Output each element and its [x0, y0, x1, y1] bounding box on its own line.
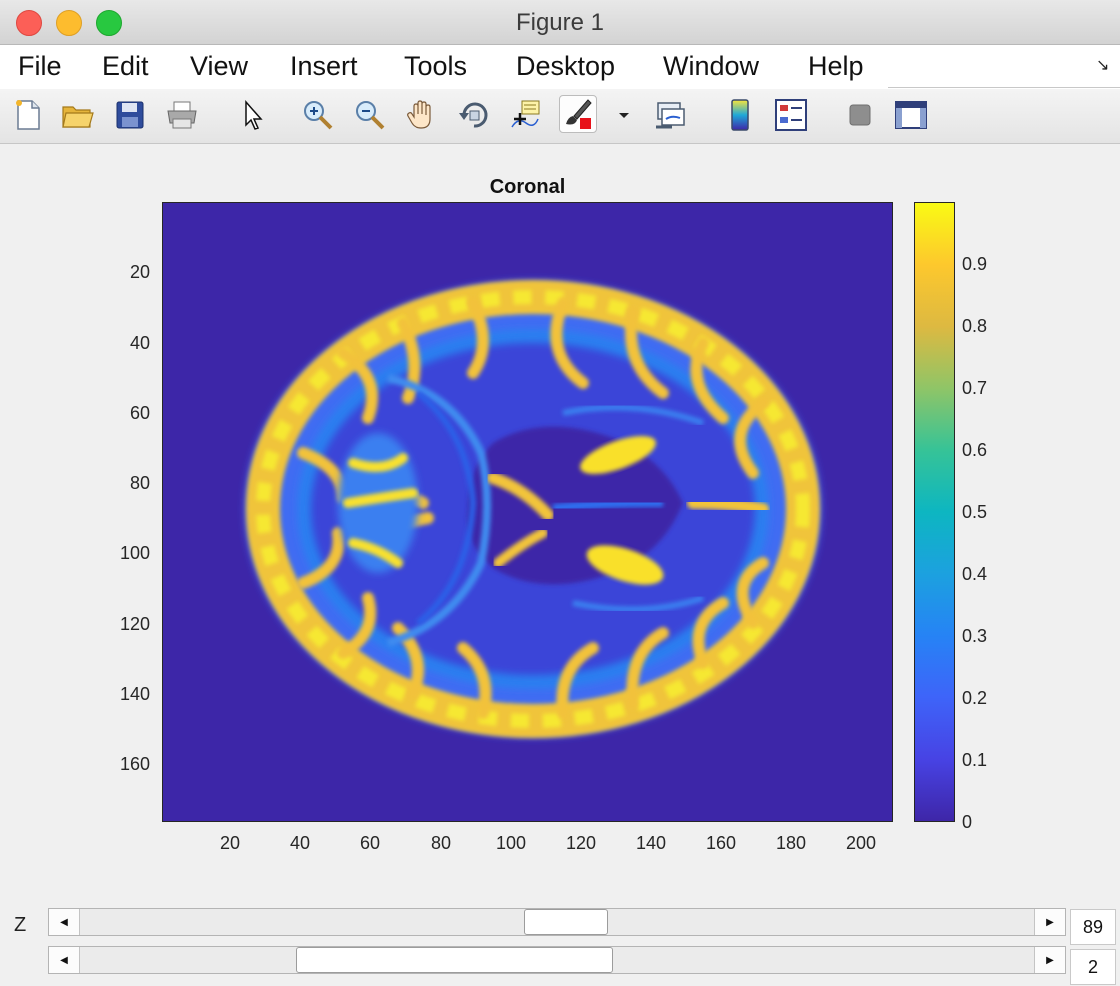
colorbar-icon[interactable]	[722, 97, 758, 133]
z-slider-right-arrow-icon[interactable]: ▶	[1034, 909, 1065, 935]
new-figure-icon[interactable]	[10, 97, 46, 133]
x-tick-label: 160	[706, 833, 737, 853]
legend-icon[interactable]	[773, 97, 809, 133]
open-file-icon[interactable]	[60, 97, 96, 133]
figure-toolbar	[0, 89, 1120, 144]
menu-window[interactable]: Window	[663, 51, 759, 82]
colorbar-tick-label: 0.7	[962, 378, 988, 398]
hide-plot-tools-icon[interactable]	[842, 97, 878, 133]
menu-tools[interactable]: Tools	[404, 51, 467, 82]
zoom-out-icon[interactable]	[352, 97, 388, 133]
plot-title: Coronal	[489, 176, 566, 198]
x-tick-label: 200	[846, 833, 877, 853]
show-plot-tools-icon[interactable]	[893, 97, 929, 133]
x-tick-label: 100	[496, 833, 527, 853]
edit-plot-cursor-icon[interactable]	[236, 97, 272, 133]
menu-help[interactable]: Help	[808, 51, 864, 82]
x-tick-label: 120	[566, 833, 597, 853]
y-tick-label: 140	[120, 684, 151, 704]
x-tick-label: 20	[220, 833, 241, 853]
z-slider-label: Z	[14, 914, 27, 936]
data-cursor-icon[interactable]	[508, 97, 544, 133]
menu-bar: File Edit View Insert Tools Desktop Wind…	[0, 45, 1120, 89]
title-bar: Figure 1	[0, 0, 1120, 45]
brain-slice-image	[163, 203, 892, 821]
dock-arrow-icon[interactable]: ↘	[1096, 55, 1109, 75]
second-slider-thumb[interactable]	[296, 947, 614, 973]
second-slider-right-arrow-icon[interactable]: ▶	[1034, 947, 1065, 973]
y-tick-label: 120	[120, 614, 151, 634]
second-value-box[interactable]: 2	[1070, 949, 1116, 985]
brush-icon[interactable]	[559, 95, 597, 133]
y-tick-label: 100	[120, 543, 151, 563]
pan-hand-icon[interactable]	[404, 97, 440, 133]
window-title: Figure 1	[515, 9, 605, 36]
colorbar-tick-label: 0.1	[962, 750, 988, 770]
brush-dropdown-icon[interactable]	[606, 97, 629, 133]
y-tick-label: 60	[130, 403, 151, 423]
rotate-3d-icon[interactable]	[456, 97, 492, 133]
colorbar-tick-label: 0.6	[962, 440, 988, 460]
colorbar-tick-label: 0.9	[962, 254, 988, 274]
x-tick-label: 80	[431, 833, 452, 853]
menu-view[interactable]: View	[190, 51, 248, 82]
print-icon[interactable]	[164, 97, 200, 133]
y-tick-label: 80	[130, 473, 151, 493]
colorbar-tick-label: 0.3	[962, 626, 988, 646]
y-tick-label: 20	[130, 262, 151, 282]
z-slider[interactable]: ◀ ▶	[48, 908, 1066, 936]
zoom-in-icon[interactable]	[300, 97, 336, 133]
x-tick-label: 140	[636, 833, 667, 853]
colorbar-tick-label: 0	[962, 812, 973, 832]
menu-desktop[interactable]: Desktop	[516, 51, 615, 82]
menu-file[interactable]: File	[18, 51, 62, 82]
link-plot-icon[interactable]	[652, 97, 688, 133]
save-icon[interactable]	[112, 97, 148, 133]
z-slider-thumb[interactable]	[523, 909, 608, 935]
colorbar-tick-label: 0.5	[962, 502, 988, 522]
z-slider-left-arrow-icon[interactable]: ◀	[49, 909, 80, 935]
menu-edit[interactable]: Edit	[102, 51, 149, 82]
menu-insert[interactable]: Insert	[290, 51, 358, 82]
colorbar-tick-label: 0.2	[962, 688, 988, 708]
y-tick-label: 40	[130, 333, 151, 353]
colorbar-tick-label: 0.4	[962, 564, 988, 584]
colorbar-tick-label: 0.8	[962, 316, 988, 336]
y-tick-label: 160	[120, 754, 151, 774]
x-tick-label: 180	[776, 833, 807, 853]
image-axes[interactable]	[162, 202, 893, 822]
x-tick-label: 60	[360, 833, 381, 853]
second-slider[interactable]: ◀ ▶	[48, 946, 1066, 974]
menu-divider	[888, 87, 1120, 88]
colorbar[interactable]	[914, 202, 955, 822]
z-value-box[interactable]: 89	[1070, 909, 1116, 945]
x-tick-label: 40	[290, 833, 311, 853]
second-slider-left-arrow-icon[interactable]: ◀	[49, 947, 80, 973]
